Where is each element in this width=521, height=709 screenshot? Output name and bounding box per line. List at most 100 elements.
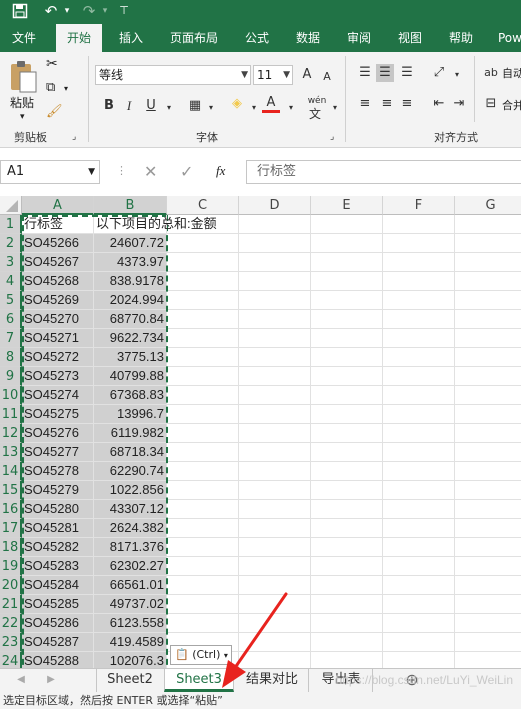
cell-e3[interactable]: [311, 253, 383, 272]
align-left-icon[interactable]: ≡: [356, 95, 374, 113]
row-header[interactable]: 24: [0, 652, 22, 668]
cell-a20[interactable]: SO45284: [22, 576, 94, 595]
cell-b7[interactable]: 9622.734: [94, 329, 167, 348]
tab-view[interactable]: 视图: [398, 24, 422, 52]
cell-c11[interactable]: [167, 405, 239, 424]
redo-icon[interactable]: ↷: [80, 0, 98, 22]
cell-a24[interactable]: SO45288: [22, 652, 94, 668]
cell-d5[interactable]: [239, 291, 311, 310]
align-center-icon[interactable]: ≡: [378, 95, 396, 113]
cell-d6[interactable]: [239, 310, 311, 329]
cell-d20[interactable]: [239, 576, 311, 595]
cell-g12[interactable]: [455, 424, 521, 443]
row-header[interactable]: 17: [0, 519, 22, 538]
select-all-corner[interactable]: [0, 196, 22, 215]
cell-c19[interactable]: [167, 557, 239, 576]
cell-b23[interactable]: 419.4589: [94, 633, 167, 652]
cell-a7[interactable]: SO45271: [22, 329, 94, 348]
cell-e1[interactable]: [311, 215, 383, 234]
cell-d24[interactable]: [239, 652, 311, 668]
row-header[interactable]: 9: [0, 367, 22, 386]
cell-d2[interactable]: [239, 234, 311, 253]
cell-b22[interactable]: 6123.558: [94, 614, 167, 633]
cell-g24[interactable]: [455, 652, 521, 668]
cell-g8[interactable]: [455, 348, 521, 367]
tab-formulas[interactable]: 公式: [245, 24, 269, 52]
cell-e6[interactable]: [311, 310, 383, 329]
cell-f15[interactable]: [383, 481, 455, 500]
cell-e16[interactable]: [311, 500, 383, 519]
row-header[interactable]: 6: [0, 310, 22, 329]
cell-g23[interactable]: [455, 633, 521, 652]
cell-g19[interactable]: [455, 557, 521, 576]
cell-f5[interactable]: [383, 291, 455, 310]
cell-c22[interactable]: [167, 614, 239, 633]
cell-b11[interactable]: 13996.7: [94, 405, 167, 424]
cell-e5[interactable]: [311, 291, 383, 310]
cell-c2[interactable]: [167, 234, 239, 253]
column-header-d[interactable]: D: [239, 196, 311, 215]
formula-input[interactable]: 行标签: [246, 160, 521, 184]
cell-d17[interactable]: [239, 519, 311, 538]
orientation-icon[interactable]: ⤢: [430, 64, 448, 82]
merge-button[interactable]: 合并: [502, 97, 521, 113]
cell-d19[interactable]: [239, 557, 311, 576]
cell-d18[interactable]: [239, 538, 311, 557]
font-color-button[interactable]: A: [262, 94, 280, 113]
cell-f23[interactable]: [383, 633, 455, 652]
bold-button[interactable]: B: [100, 97, 118, 115]
fill-color-icon[interactable]: ◈: [228, 95, 246, 113]
cell-b8[interactable]: 3775.13: [94, 348, 167, 367]
cell-c8[interactable]: [167, 348, 239, 367]
cell-b5[interactable]: 2024.994: [94, 291, 167, 310]
cell-f12[interactable]: [383, 424, 455, 443]
cell-e4[interactable]: [311, 272, 383, 291]
cell-f13[interactable]: [383, 443, 455, 462]
cell-e21[interactable]: [311, 595, 383, 614]
cell-f16[interactable]: [383, 500, 455, 519]
cell-a4[interactable]: SO45268: [22, 272, 94, 291]
row-header[interactable]: 15: [0, 481, 22, 500]
redo-dropdown-icon[interactable]: ▾: [100, 0, 110, 22]
fill-color-dropdown-icon[interactable]: ▾: [245, 99, 263, 117]
cell-b2[interactable]: 24607.72: [94, 234, 167, 253]
tab-insert[interactable]: 插入: [119, 24, 143, 52]
cell-g18[interactable]: [455, 538, 521, 557]
merge-icon[interactable]: ⊟: [482, 95, 500, 113]
cell-c7[interactable]: [167, 329, 239, 348]
column-header-b[interactable]: B: [94, 196, 167, 215]
cell-f11[interactable]: [383, 405, 455, 424]
cell-a3[interactable]: SO45267: [22, 253, 94, 272]
cell-g4[interactable]: [455, 272, 521, 291]
tab-data[interactable]: 数据: [296, 24, 320, 52]
cell-c20[interactable]: [167, 576, 239, 595]
cell-d9[interactable]: [239, 367, 311, 386]
row-header[interactable]: 18: [0, 538, 22, 557]
cell-a13[interactable]: SO45277: [22, 443, 94, 462]
cell-f18[interactable]: [383, 538, 455, 557]
tab-file[interactable]: 文件: [12, 24, 36, 52]
cell-a9[interactable]: SO45273: [22, 367, 94, 386]
cell-g15[interactable]: [455, 481, 521, 500]
cell-g13[interactable]: [455, 443, 521, 462]
cell-e14[interactable]: [311, 462, 383, 481]
cell-b6[interactable]: 68770.84: [94, 310, 167, 329]
cell-c3[interactable]: [167, 253, 239, 272]
tab-home[interactable]: 开始: [56, 24, 102, 52]
cell-b20[interactable]: 66561.01: [94, 576, 167, 595]
font-color-dropdown-icon[interactable]: ▾: [282, 99, 300, 117]
cell-g6[interactable]: [455, 310, 521, 329]
font-name-combo[interactable]: 等线 ▼: [95, 65, 251, 85]
cell-e10[interactable]: [311, 386, 383, 405]
cell-e8[interactable]: [311, 348, 383, 367]
cell-a17[interactable]: SO45281: [22, 519, 94, 538]
sheet-tab-sheet2[interactable]: Sheet2: [96, 669, 163, 692]
cell-a2[interactable]: SO45266: [22, 234, 94, 253]
shrink-font-button[interactable]: A: [318, 68, 336, 86]
cell-g20[interactable]: [455, 576, 521, 595]
cell-f21[interactable]: [383, 595, 455, 614]
cell-g2[interactable]: [455, 234, 521, 253]
cell-a21[interactable]: SO45285: [22, 595, 94, 614]
cell-f22[interactable]: [383, 614, 455, 633]
increase-indent-icon[interactable]: ⇥: [450, 95, 468, 113]
